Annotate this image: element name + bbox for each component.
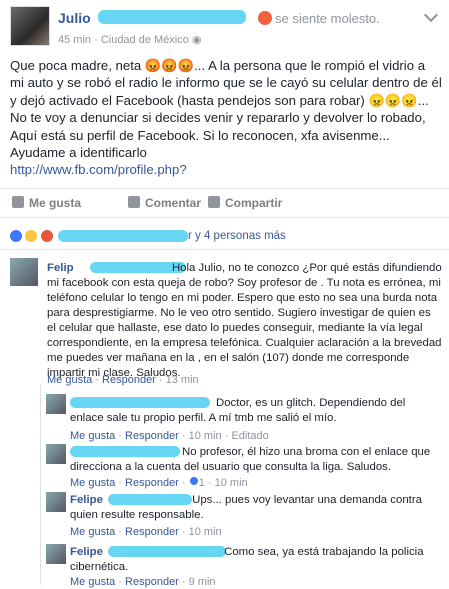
- comment-like-link[interactable]: Me gusta: [47, 374, 92, 386]
- reply-2: No profesor, él hizo una broma con el en…: [46, 444, 442, 492]
- name-redaction: [98, 10, 246, 24]
- reply-like-link[interactable]: Me gusta: [70, 526, 115, 538]
- names-redaction: [58, 230, 188, 242]
- comment-icon: [128, 196, 140, 208]
- comment-label: Comentar: [145, 196, 202, 210]
- post-time[interactable]: 45 min: [58, 34, 91, 46]
- like-count-value: 1: [198, 477, 205, 489]
- chevron-down-icon[interactable]: [423, 7, 439, 23]
- comment-body: Hola Julio, no te conozco ¿Por qué estás…: [47, 262, 442, 379]
- thumbs-up-icon: [12, 196, 24, 208]
- like-label: Me gusta: [29, 196, 82, 210]
- feeling-text: se siente molesto.: [258, 11, 380, 26]
- replier-name[interactable]: Felipe: [70, 494, 103, 506]
- reply-4: Felipe Como sea, ya está trabajando la p…: [46, 544, 442, 589]
- comment-actions: Me gusta · Responder · 13 min: [47, 374, 199, 386]
- commenter-avatar[interactable]: [10, 258, 38, 286]
- reply-reply-link[interactable]: Responder: [125, 526, 179, 538]
- reply-actions: Me gusta · Responder · 1 · 10 min: [70, 476, 248, 489]
- reply-text: Doctor, es un glitch. Dependiendo del en…: [70, 396, 440, 426]
- replier-avatar[interactable]: [46, 444, 66, 464]
- reply-actions: Me gusta · Responder · 10 min: [70, 526, 222, 538]
- post-action-bar: Me gusta Comentar Compartir: [0, 188, 449, 218]
- replier-avatar[interactable]: [46, 492, 66, 512]
- haha-reaction-icon: [24, 229, 39, 243]
- globe-icon: ◉: [191, 34, 202, 46]
- like-button[interactable]: Me gusta: [12, 196, 81, 210]
- reply-reply-link[interactable]: Responder: [125, 576, 179, 588]
- reply-body: Ups... pues voy levantar una demanda con…: [70, 494, 422, 521]
- like-count-icon: [188, 476, 199, 486]
- reply-time: 10 min: [188, 430, 222, 442]
- reply-time: 10 min: [188, 526, 222, 538]
- reply-1: Doctor, es un glitch. Dependiendo del en…: [46, 394, 442, 444]
- edited-label[interactable]: Editado: [231, 430, 268, 442]
- reply-text: Felipe Como sea, ya está trabajando la p…: [70, 545, 440, 575]
- reactions-bar[interactable]: r y 4 personas más: [0, 220, 449, 250]
- replier-avatar[interactable]: [46, 394, 66, 414]
- reply-body: Como sea, ya está trabajando la policia …: [70, 546, 424, 573]
- comment-button[interactable]: Comentar: [128, 196, 201, 210]
- post-location[interactable]: Ciudad de México: [101, 34, 189, 46]
- author-name[interactable]: Julio: [58, 10, 91, 26]
- reply-reply-link[interactable]: Responder: [125, 477, 179, 489]
- replier-avatar[interactable]: [46, 544, 66, 564]
- post-meta: 45 min · Ciudad de México ◉: [58, 34, 202, 46]
- share-icon: [208, 196, 220, 208]
- reply-actions: Me gusta · Responder · 9 min: [70, 576, 216, 588]
- reaction-icons: [9, 229, 54, 248]
- feeling-label: se siente molesto.: [275, 11, 380, 26]
- angry-emoji-icon: [258, 11, 272, 25]
- reply-thread-line: [40, 385, 41, 585]
- replier-name[interactable]: Felipe: [70, 546, 103, 558]
- commenter-name[interactable]: Felip: [47, 262, 74, 274]
- post-text: Que poca madre, neta 😡😡😡... A la persona…: [10, 58, 442, 161]
- post-link[interactable]: http://www.fb.com/profile.php?: [10, 162, 187, 177]
- reply-text: Felipe Ups... pues voy levantar una dema…: [70, 493, 440, 523]
- share-label: Compartir: [225, 196, 283, 210]
- reactions-summary[interactable]: r y 4 personas más: [188, 230, 286, 242]
- reply-body: No profesor, él hizo una broma con el en…: [70, 446, 431, 473]
- like-reaction-icon: [9, 229, 23, 243]
- post-header: Julio se siente molesto. 45 min · Ciudad…: [10, 6, 440, 48]
- like-count[interactable]: 1: [188, 476, 205, 489]
- reply-body: Doctor, es un glitch. Dependiendo del en…: [70, 397, 406, 424]
- reply-text: No profesor, él hizo una broma con el en…: [70, 445, 440, 475]
- comment-text: Felip Hola Julio, no te conozco ¿Por qué…: [47, 261, 442, 381]
- share-button[interactable]: Compartir: [208, 196, 282, 210]
- reply-time: 9 min: [188, 576, 216, 588]
- post-body: Que poca madre, neta 😡😡😡... A la persona…: [10, 57, 442, 179]
- comment-time: 13 min: [165, 374, 199, 386]
- reply-like-link[interactable]: Me gusta: [70, 477, 115, 489]
- reply-time: 10 min: [214, 477, 248, 489]
- reply-reply-link[interactable]: Responder: [125, 430, 179, 442]
- comment-reply-link[interactable]: Responder: [102, 374, 156, 386]
- reply-3: Felipe Ups... pues voy levantar una dema…: [46, 492, 442, 540]
- comment-1: Felip Hola Julio, no te conozco ¿Por qué…: [10, 258, 442, 388]
- angry-reaction-icon: [39, 229, 54, 243]
- author-avatar[interactable]: [10, 6, 50, 46]
- reply-actions: Me gusta · Responder · 10 min · Editado: [70, 430, 269, 442]
- reply-like-link[interactable]: Me gusta: [70, 576, 115, 588]
- reply-like-link[interactable]: Me gusta: [70, 430, 115, 442]
